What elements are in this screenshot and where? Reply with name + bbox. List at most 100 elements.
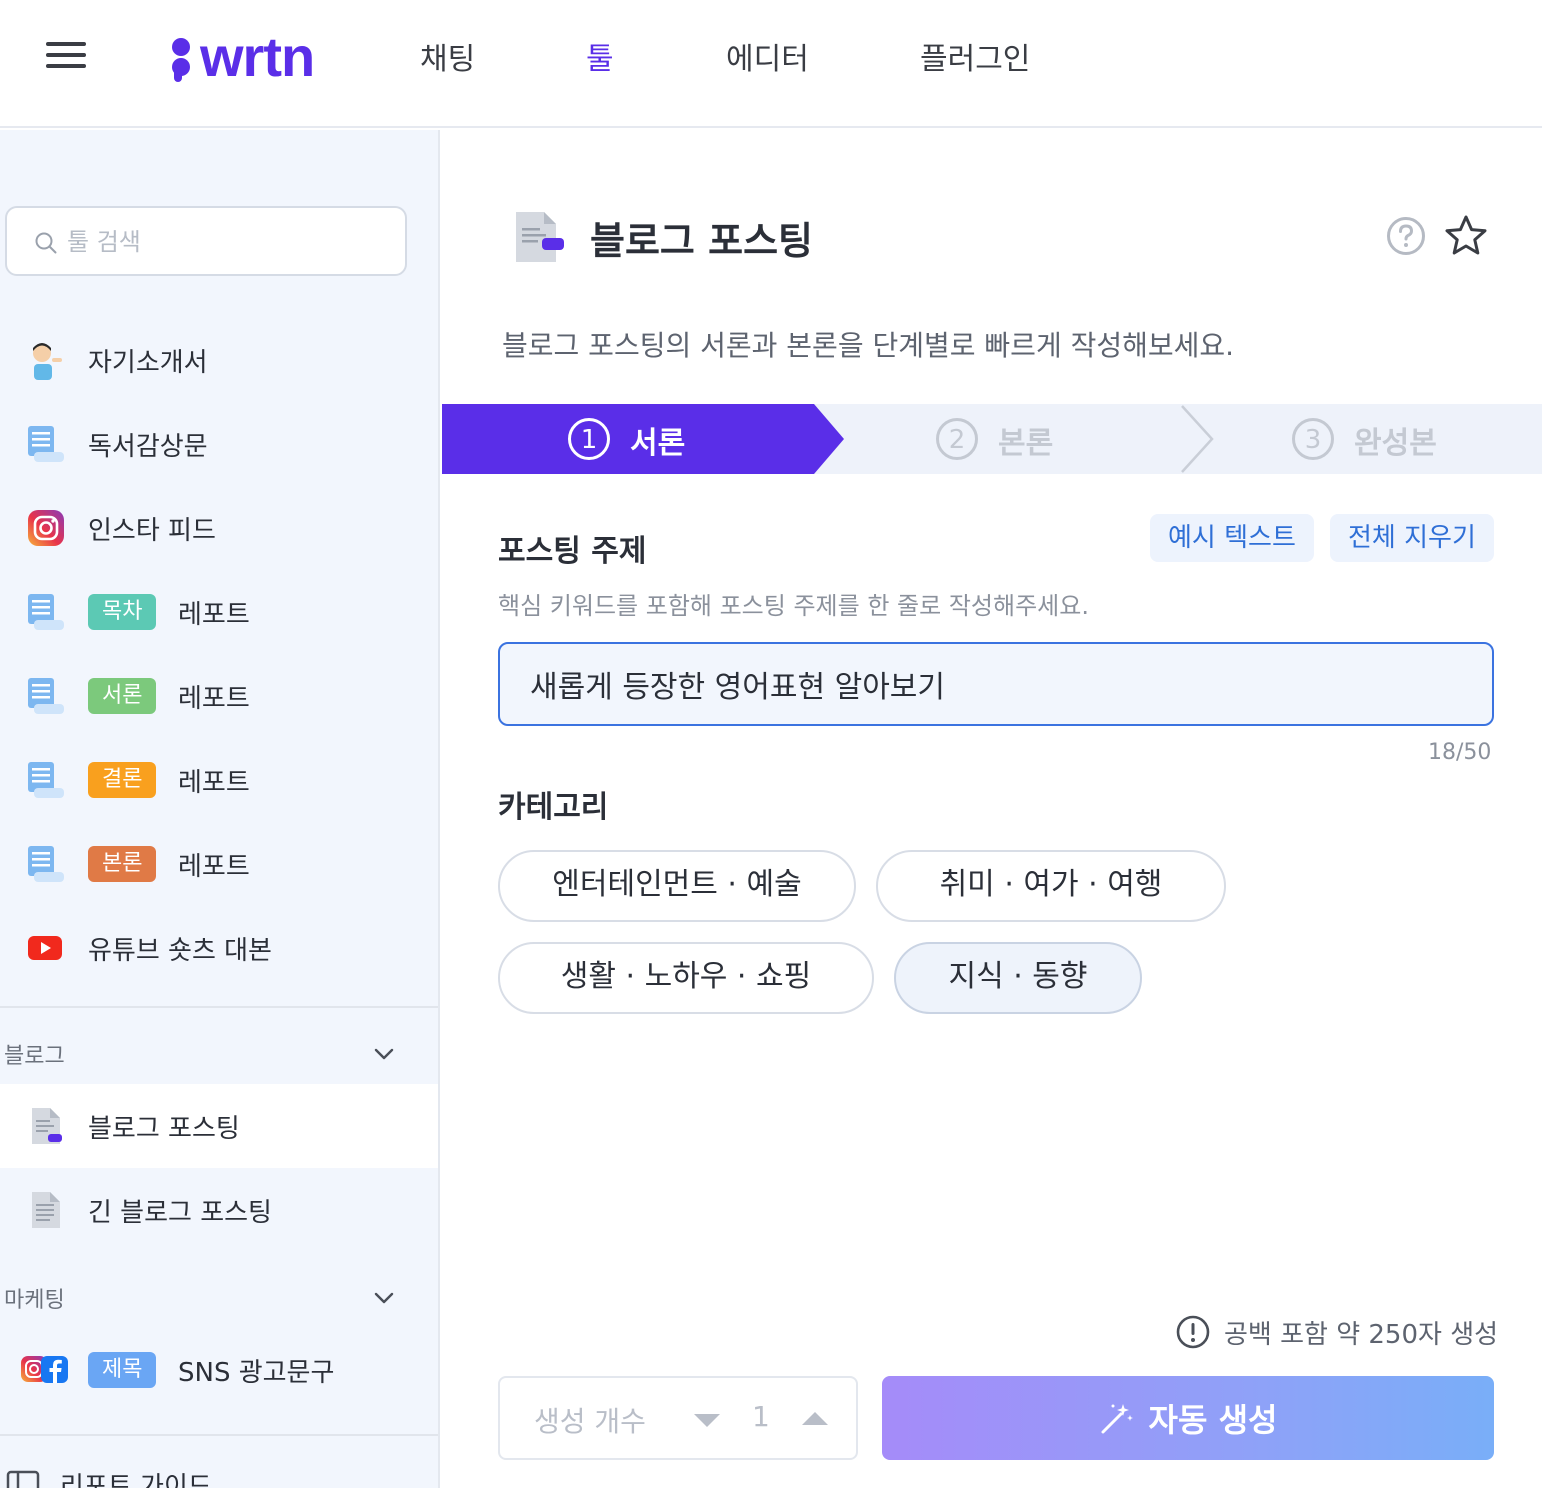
document-icon <box>516 212 564 262</box>
book-icon <box>6 1470 40 1488</box>
logo-mark-icon <box>170 32 190 82</box>
step-1-intro[interactable]: 1 서론 <box>442 404 844 474</box>
tag-badge: 결론 <box>88 762 157 798</box>
step-3-final[interactable]: 3 완성본 <box>1278 404 1518 474</box>
person-icon <box>33 343 62 380</box>
category-option-entertainment-arts[interactable]: 엔터테인먼트 · 예술 <box>498 850 856 922</box>
example-text-button[interactable]: 예시 텍스트 <box>1150 514 1314 562</box>
tool-search-input[interactable] <box>67 222 387 262</box>
nav-link-chat[interactable]: 채팅 <box>420 34 475 78</box>
sidebar-item-label: 독서감상문 <box>88 431 208 462</box>
sidebar-item-label: 레포트 <box>178 683 250 714</box>
sidebar-item-book-review[interactable]: 독서감상문 <box>0 402 438 486</box>
top-navigation-bar: wrtn 채팅 툴 에디터 플러그인 <box>0 0 1542 128</box>
step-number: 1 <box>568 418 610 460</box>
sidebar-item-report-conclusion[interactable]: 결론 레포트 <box>0 738 438 822</box>
generation-count-stepper[interactable]: 생성 개수 1 <box>498 1376 858 1460</box>
tool-search-box[interactable] <box>5 206 407 276</box>
step-number: 3 <box>1292 418 1334 460</box>
chevron-right-icon <box>1181 405 1214 473</box>
step-number: 2 <box>936 418 978 460</box>
step-2-body[interactable]: 2 본론 <box>922 404 1122 474</box>
logo-text: wrtn <box>200 24 315 88</box>
exclamation-circle-icon <box>1176 1315 1210 1349</box>
section-divider <box>0 1434 438 1436</box>
sidebar-item-label: 긴 블로그 포스팅 <box>88 1197 272 1228</box>
sidebar-item-label: 레포트 <box>178 767 250 798</box>
decrease-count-icon[interactable] <box>694 1414 720 1427</box>
sidebar-item-label: 레포트 <box>178 851 250 882</box>
sidebar-item-report-toc[interactable]: 목차 레포트 <box>0 570 438 654</box>
step-label: 본론 <box>998 426 1054 461</box>
step-indicator: 1 서론 2 본론 3 완성본 <box>442 404 1542 474</box>
sidebar-item-sns-ad-copy[interactable]: 제목 SNS 광고문구 <box>0 1328 438 1412</box>
count-label: 생성 개수 <box>534 1405 646 1438</box>
generation-note: 공백 포함 약 250자 생성 <box>1176 1314 1498 1350</box>
topic-input[interactable] <box>530 662 1460 706</box>
sidebar-item-label: 유튜브 숏츠 대본 <box>88 935 272 966</box>
increase-count-icon[interactable] <box>802 1412 828 1425</box>
sidebar-item-label: SNS 광고문구 <box>178 1357 335 1388</box>
sidebar-item-long-blog-posting[interactable]: 긴 블로그 포스팅 <box>0 1168 438 1252</box>
tag-badge: 목차 <box>88 594 157 630</box>
document-icon <box>32 1192 60 1228</box>
character-counter: 18/50 <box>1428 740 1492 765</box>
topic-field-hint: 핵심 키워드를 포함해 포스팅 주제를 한 줄로 작성해주세요. <box>498 592 1089 620</box>
magic-wand-icon <box>1101 1404 1133 1434</box>
step-label: 서론 <box>630 426 686 461</box>
sidebar-item-report-body[interactable]: 본론 레포트 <box>0 822 438 906</box>
nav-link-tools[interactable]: 툴 <box>586 34 614 78</box>
wrtn-logo[interactable]: wrtn <box>170 24 315 88</box>
page-title: 블로그 포스팅 <box>590 219 813 263</box>
youtube-icon <box>28 936 62 960</box>
help-icon[interactable] <box>1386 216 1426 256</box>
sidebar: 자기소개서 독서감상문 인스타 피드 목차 레포트 서론 레포트 결론 레포트 … <box>0 130 440 1488</box>
category-title: 카테고리 <box>498 790 609 825</box>
scroll-icon <box>28 594 64 630</box>
section-title-marketing: 마케팅 <box>4 1288 65 1313</box>
chevron-down-icon[interactable] <box>372 1042 396 1066</box>
search-icon <box>35 232 57 254</box>
topic-field-title: 포스팅 주제 <box>498 534 647 569</box>
category-option-hobby-leisure-travel[interactable]: 취미 · 여가 · 여행 <box>876 850 1226 922</box>
sidebar-item-label: 블로그 포스팅 <box>88 1113 240 1144</box>
count-value: 1 <box>752 1400 770 1433</box>
sidebar-item-self-introduction[interactable]: 자기소개서 <box>0 318 438 402</box>
scroll-icon <box>28 762 64 798</box>
section-divider <box>0 1006 438 1008</box>
nav-link-editor[interactable]: 에디터 <box>726 34 809 78</box>
sidebar-item-label: 레포트 <box>178 599 250 630</box>
page-description: 블로그 포스팅의 서론과 본론을 단계별로 빠르게 작성해보세요. <box>502 329 1235 362</box>
menu-icon[interactable] <box>46 40 86 70</box>
clear-all-button[interactable]: 전체 지우기 <box>1330 514 1494 562</box>
scroll-icon <box>28 846 64 882</box>
category-option-knowledge-trends[interactable]: 지식 · 동향 <box>894 942 1142 1014</box>
main-content: 블로그 포스팅 블로그 포스팅의 서론과 본론을 단계별로 빠르게 작성해보세요… <box>442 130 1542 1488</box>
auto-generate-button[interactable]: 자동 생성 <box>882 1376 1494 1460</box>
sidebar-item-label: 리포트 가이드 <box>60 1472 212 1488</box>
sidebar-item-instagram-feed[interactable]: 인스타 피드 <box>0 486 438 570</box>
sidebar-item-youtube-shorts-script[interactable]: 유튜브 숏츠 대본 <box>0 906 438 990</box>
sidebar-item-label: 자기소개서 <box>88 347 208 378</box>
document-icon <box>32 1108 62 1144</box>
star-icon[interactable] <box>1444 214 1488 258</box>
step-label: 완성본 <box>1354 426 1437 461</box>
tag-badge: 본론 <box>88 846 157 882</box>
nav-link-plugins[interactable]: 플러그인 <box>920 34 1030 78</box>
chevron-down-icon[interactable] <box>372 1286 396 1310</box>
tag-badge: 제목 <box>88 1352 157 1388</box>
scroll-icon <box>28 426 64 462</box>
auto-generate-label: 자동 생성 <box>1148 1401 1278 1439</box>
instagram-icon <box>28 510 64 546</box>
generation-note-text: 공백 포함 약 250자 생성 <box>1224 1319 1499 1350</box>
sidebar-item-label: 인스타 피드 <box>88 515 216 546</box>
instagram-facebook-icon <box>21 1356 68 1383</box>
category-option-life-knowhow-shopping[interactable]: 생활 · 노하우 · 쇼핑 <box>498 942 874 1014</box>
sidebar-item-report-guide[interactable]: 리포트 가이드 <box>0 1448 438 1488</box>
tag-badge: 서론 <box>88 678 157 714</box>
sidebar-item-report-intro[interactable]: 서론 레포트 <box>0 654 438 738</box>
section-title-blog: 블로그 <box>4 1044 65 1069</box>
scroll-icon <box>28 678 64 714</box>
sidebar-item-blog-posting[interactable]: 블로그 포스팅 <box>0 1084 438 1168</box>
topic-field[interactable] <box>498 642 1494 726</box>
